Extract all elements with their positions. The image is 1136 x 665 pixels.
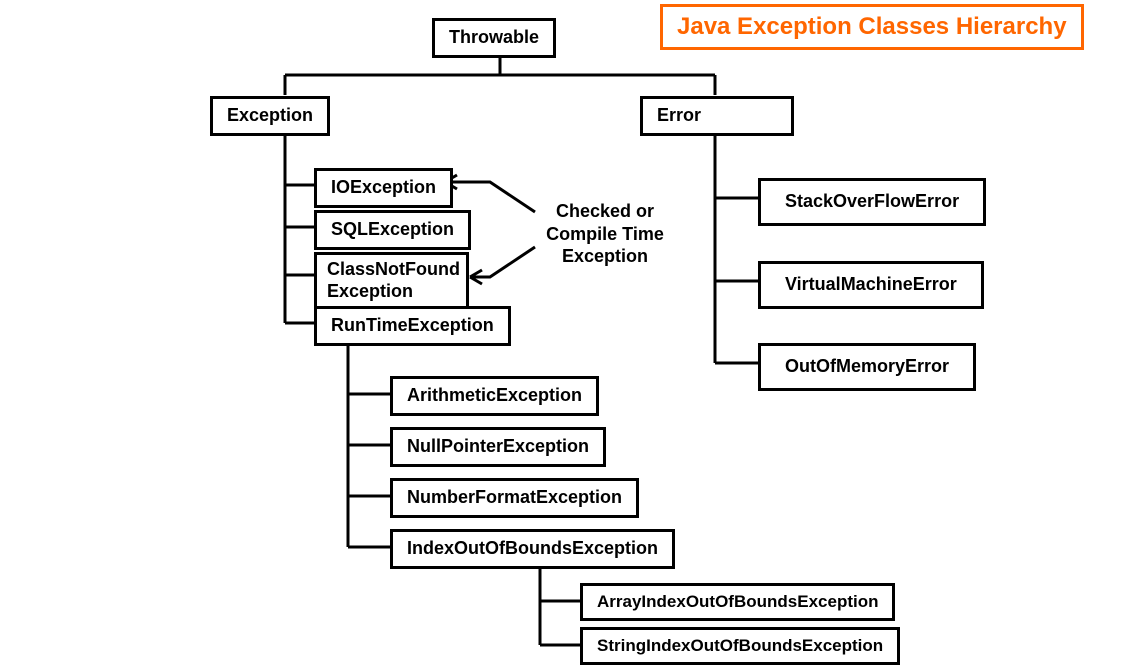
node-arithmetic: ArithmeticException	[390, 376, 599, 416]
node-arrayindex: ArrayIndexOutOfBoundsException	[580, 583, 895, 621]
node-ioexception: IOException	[314, 168, 453, 208]
annotation-line2: Compile Time	[546, 224, 664, 244]
node-virtualmachine: VirtualMachineError	[758, 261, 984, 309]
node-runtimeexception: RunTimeException	[314, 306, 511, 346]
node-indexoutofbounds: IndexOutOfBoundsException	[390, 529, 675, 569]
node-outofmemory: OutOfMemoryError	[758, 343, 976, 391]
node-error: Error	[640, 96, 794, 136]
node-sqlexception: SQLException	[314, 210, 471, 250]
node-classnotfound: ClassNotFound Exception	[314, 252, 469, 309]
diagram-title: Java Exception Classes Hierarchy	[660, 4, 1084, 50]
cnf-line1: ClassNotFound	[327, 259, 460, 279]
node-nullpointer: NullPointerException	[390, 427, 606, 467]
annotation-line1: Checked or	[556, 201, 654, 221]
node-throwable: Throwable	[432, 18, 556, 58]
cnf-line2: Exception	[327, 281, 413, 301]
node-numberformat: NumberFormatException	[390, 478, 639, 518]
annotation-line3: Exception	[562, 246, 648, 266]
node-exception: Exception	[210, 96, 330, 136]
annotation-checked: Checked or Compile Time Exception	[535, 200, 675, 268]
node-stackoverflow: StackOverFlowError	[758, 178, 986, 226]
node-stringindex: StringIndexOutOfBoundsException	[580, 627, 900, 665]
